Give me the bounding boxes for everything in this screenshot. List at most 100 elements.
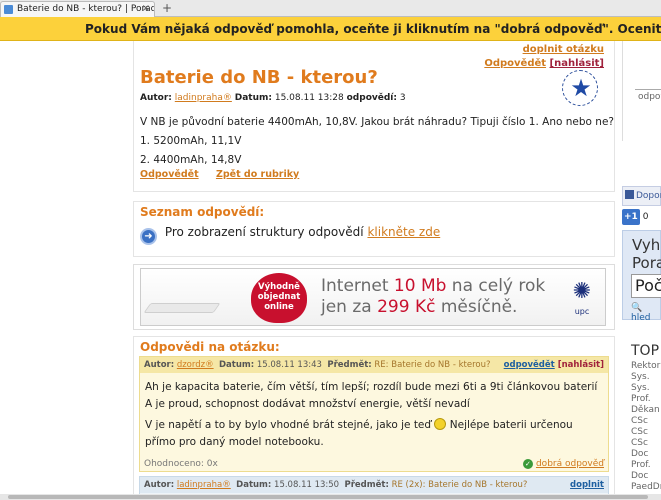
sidebar-divider xyxy=(635,89,661,90)
report-link[interactable]: [nahlásit] xyxy=(550,58,604,69)
answer-reply-link[interactable]: odpovědět xyxy=(504,360,555,370)
google-plus-button[interactable]: +1 0 xyxy=(622,209,661,225)
answers-box: Odpovědi na otázku: Autor: dzordz® Datum… xyxy=(133,336,615,500)
question-option-1: 1. 5200mAh, 11,1V xyxy=(140,135,242,147)
sidebar-top-item: Doc xyxy=(631,471,649,481)
laptop-image xyxy=(143,303,221,313)
ad-line2-highlight: 299 Kč xyxy=(377,297,436,317)
answer-header: Autor: dzordz® Datum: 15.08.11 13:43 Pře… xyxy=(140,357,608,373)
answer-structure-row: ➜ Pro zobrazení struktury odpovědí klikn… xyxy=(140,222,440,245)
reply-link[interactable]: Odpovědět xyxy=(484,58,546,69)
date-label: Datum: xyxy=(234,93,272,103)
answer-actions: doplnit xyxy=(570,477,604,493)
answers-count: 3 xyxy=(399,93,406,103)
answer-subject-label: Předmět: xyxy=(327,360,372,370)
answers-heading: Odpovědi na otázku: xyxy=(140,340,280,354)
answer-date-label: Datum: xyxy=(236,480,272,490)
sidebar-top-item: PaedDr xyxy=(631,482,661,492)
back-to-category-link[interactable]: Zpět do rubriky xyxy=(216,169,299,180)
sidebar-top-item: CSc xyxy=(631,427,648,437)
ad-heart-badge: Výhodně objednat online xyxy=(251,273,307,323)
click-here-link[interactable]: klikněte zde xyxy=(367,225,440,239)
answer-footer: Ohodnoceno: 0x ✓ dobrá odpověď xyxy=(144,459,604,469)
answer-rating: Ohodnoceno: 0x xyxy=(144,459,218,469)
answer-author-link[interactable]: dzordz® xyxy=(177,360,214,370)
answer-report-link[interactable]: [nahlásit] xyxy=(558,360,604,370)
answer-date-label: Datum: xyxy=(219,360,255,370)
upc-logo-icon: ✺ upc xyxy=(567,277,597,319)
answer-add-link[interactable]: doplnit xyxy=(570,480,604,490)
good-answer-label: dobrá odpověď xyxy=(535,459,604,469)
sidebar-search-input[interactable]: Poč xyxy=(631,274,661,298)
advertisement: Výhodně objednat online Internet 10 Mb n… xyxy=(133,264,615,330)
question-paragraph: V NB je původní baterie 4400mAh, 10,8V. … xyxy=(140,116,614,128)
ad-line1-pre: Internet xyxy=(321,276,394,296)
browser-tab-bar: Baterie do NB - kterou? | Poradte.cz × + xyxy=(0,0,661,17)
question-title: Baterie do NB - kterou? xyxy=(140,67,378,88)
ad-line2-pre: jen za xyxy=(321,297,378,317)
sidebar-top-item: Prof. xyxy=(631,394,651,404)
sidebar-top-item: Rektor xyxy=(631,361,661,371)
question-top-links: doplnit otázku Odpovědět [nahlásit] xyxy=(484,43,604,71)
right-sidebar: odpov Dopor +1 0 Vyhl Pora Poč 🔍 hled TO… xyxy=(622,41,661,500)
answer-author-label: Autor: xyxy=(144,360,175,370)
sidebar-top-item: Doc xyxy=(631,449,649,459)
ad-line1-highlight: 10 Mb xyxy=(393,276,447,296)
reply-action-link[interactable]: Odpovědět xyxy=(140,169,199,180)
answer-subject: RE: Baterie do NB - kterou? xyxy=(374,360,491,370)
ad-text: Internet 10 Mb na celý rok jen za 299 Kč… xyxy=(321,276,545,318)
star-icon: ★ xyxy=(570,74,592,102)
sidebar-top-item: Prof. xyxy=(631,460,651,470)
answer-subject: RE (2x): Baterie do NB - kterou? xyxy=(391,480,528,490)
question-date: 15.08.11 13:28 xyxy=(274,93,344,103)
scrollbar-thumb[interactable] xyxy=(8,495,648,499)
facebook-recommend-label: Dopor xyxy=(636,191,661,201)
ad-line1-post: na celý rok xyxy=(446,276,546,296)
answer-body: Ah je kapacita baterie, čím větší, tím l… xyxy=(145,379,605,451)
answer-author-label: Autor: xyxy=(144,480,175,490)
google-plus-count: 0 xyxy=(642,212,649,222)
smiley-icon xyxy=(434,418,447,430)
answer-paragraph: A je proud, schopnost dodávat množství e… xyxy=(145,398,470,410)
answer-subject-label: Předmět: xyxy=(344,480,389,490)
answer-date: 15.08.11 13:43 xyxy=(256,360,322,370)
sidebar-top-item: CSc xyxy=(631,438,648,448)
facebook-icon xyxy=(625,190,634,199)
question-actions: Odpovědět Zpět do rubriky xyxy=(140,169,313,180)
question-meta: Autor: ladinpraha® Datum: 15.08.11 13:28… xyxy=(140,93,406,103)
browser-tab[interactable]: Baterie do NB - kterou? | Poradte.cz × xyxy=(0,1,155,17)
question-option-2: 2. 4400mAh, 14,8V xyxy=(140,154,242,166)
answer-paragraph-part: V je napětí a to by bylo vhodné brát ste… xyxy=(145,419,432,431)
horizontal-scrollbar[interactable] xyxy=(0,494,661,500)
sidebar-search-title: Vyhl Pora xyxy=(632,236,661,272)
arrow-right-icon[interactable]: ➜ xyxy=(140,228,157,245)
ad-banner[interactable]: Výhodně objednat online Internet 10 Mb n… xyxy=(140,268,606,326)
upc-logo-label: upc xyxy=(574,307,590,316)
answer-date: 15.08.11 13:50 xyxy=(274,480,340,490)
ad-line2-post: měsíčně. xyxy=(435,297,518,317)
sidebar-top-item: Sys. xyxy=(631,383,650,393)
sidebar-top-item: Děkan xyxy=(631,405,660,415)
answer-actions: odpovědět [nahlásit] xyxy=(504,357,604,373)
author-link[interactable]: ladinpraha® xyxy=(175,93,232,103)
answers-count-label: odpovědí: xyxy=(346,93,397,103)
answer-list-box: Seznam odpovědí: ➜ Pro zobrazení struktu… xyxy=(133,201,615,257)
close-tab-icon[interactable]: × xyxy=(142,2,150,16)
answer-author-link[interactable]: ladinpraha® xyxy=(177,480,231,490)
sidebar-search: Vyhl Pora Poč 🔍 hled xyxy=(622,230,661,323)
answer-paragraph: V je napětí a to by bylo vhodné brát ste… xyxy=(145,417,605,451)
add-to-question-link[interactable]: doplnit otázku xyxy=(523,44,604,55)
answer-header: Autor: ladinpraha® Datum: 15.08.11 13:50… xyxy=(140,477,608,493)
browser-tab-title: Baterie do NB - kterou? | Poradte.cz xyxy=(17,4,155,14)
answer-paragraph: Ah je kapacita baterie, čím větší, tím l… xyxy=(145,381,598,393)
question-body: V NB je původní baterie 4400mAh, 10,8V. … xyxy=(140,113,614,170)
sidebar-search-link[interactable]: 🔍 hled xyxy=(631,303,660,323)
good-answer-button[interactable]: ✓ dobrá odpověď xyxy=(522,459,604,469)
new-tab-button[interactable]: + xyxy=(158,1,176,16)
favorites-badge[interactable]: ★ xyxy=(562,70,598,106)
site-favicon-icon xyxy=(4,5,13,14)
search-icon: 🔍 xyxy=(631,303,643,313)
sidebar-top-item: CSc xyxy=(631,416,648,426)
facebook-recommend-button[interactable]: Dopor xyxy=(622,186,661,206)
answer-structure-text: Pro zobrazení struktury odpovědí xyxy=(164,225,364,239)
